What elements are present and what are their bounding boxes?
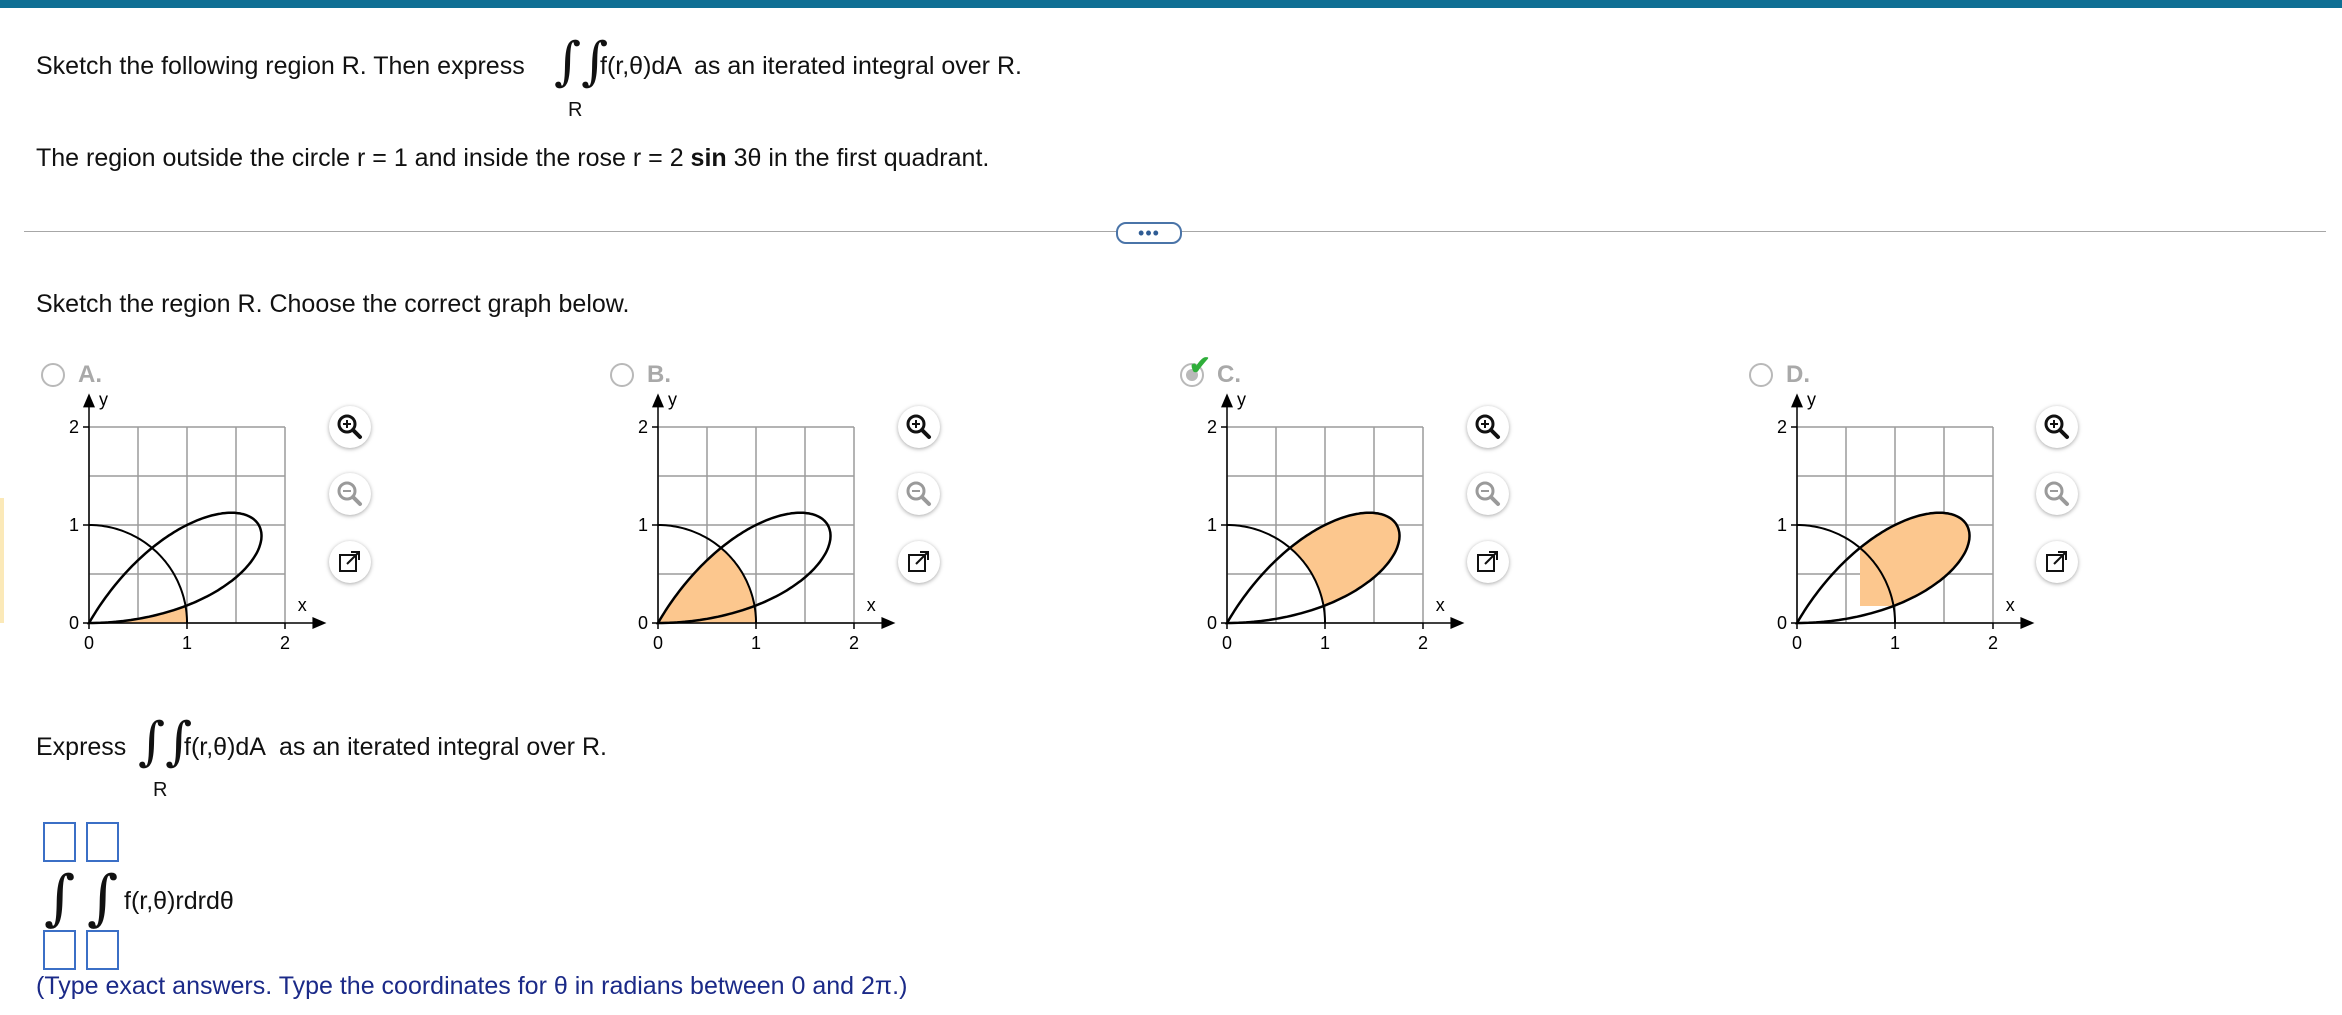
x-tick-label: 2 xyxy=(280,633,290,653)
x-axis-arrow xyxy=(2020,617,2035,629)
zoom-in-icon[interactable] xyxy=(1467,406,1509,448)
shaded-region xyxy=(1860,512,1970,606)
x-axis-arrow xyxy=(881,617,896,629)
option-b-radio[interactable] xyxy=(610,363,634,387)
inner-integral-icon: ∫ xyxy=(87,863,119,933)
x-tick-label: 2 xyxy=(849,633,859,653)
shaded-region xyxy=(1290,512,1400,606)
x-tick-label: 1 xyxy=(1320,633,1330,653)
y-axis-label: y xyxy=(99,389,108,409)
inner-lower-limit-input[interactable] xyxy=(86,930,119,970)
zoom-out-icon[interactable] xyxy=(898,473,940,515)
outer-integral-icon: ∫ xyxy=(44,863,76,933)
top-bar xyxy=(0,0,2342,8)
zoom-out-icon[interactable] xyxy=(1467,473,1509,515)
x-axis-label: x xyxy=(1436,595,1445,615)
question-integrand: f(r,θ)dA xyxy=(600,52,682,80)
x-tick-label: 1 xyxy=(182,633,192,653)
side-marker xyxy=(0,498,4,623)
x-tick-label: 2 xyxy=(1988,633,1998,653)
y-axis-arrow xyxy=(1791,393,1803,408)
zoom-out-icon[interactable] xyxy=(329,473,371,515)
part1-instruction: Sketch the region R. Choose the correct … xyxy=(36,290,630,318)
check-icon: ✔ xyxy=(1189,350,1211,380)
express-prefix: Express xyxy=(36,733,127,761)
y-axis-arrow xyxy=(1221,393,1233,408)
option-d-graph: 0 1 2012xy xyxy=(1777,389,2035,653)
y-tick-label: 2 xyxy=(638,417,648,437)
x-tick-label: 0 xyxy=(84,633,94,653)
zoom-out-icon[interactable] xyxy=(2036,473,2078,515)
question-prompt-after: as an iterated integral over R. xyxy=(694,52,1022,80)
y-tick-label: 1 xyxy=(1777,515,1787,535)
zoom-in-icon[interactable] xyxy=(2036,406,2078,448)
express-integrand: f(r,θ)dA xyxy=(184,733,266,761)
y-axis-arrow xyxy=(652,393,664,408)
open-new-window-icon[interactable] xyxy=(329,541,371,583)
x-axis-label: x xyxy=(298,595,307,615)
y-tick-label: 0 xyxy=(1777,613,1787,633)
x-axis-label: x xyxy=(867,595,876,615)
y-tick-label: 0 xyxy=(69,613,79,633)
y-tick-label: 0 xyxy=(638,613,648,633)
y-axis-label: y xyxy=(668,389,677,409)
y-tick-label: 1 xyxy=(1207,515,1217,535)
x-tick-label: 0 xyxy=(1222,633,1232,653)
y-axis-arrow xyxy=(83,393,95,408)
x-axis-label: x xyxy=(2006,595,2015,615)
region-subscript: R xyxy=(153,779,168,801)
x-tick-label: 2 xyxy=(1418,633,1428,653)
y-tick-label: 2 xyxy=(1777,417,1787,437)
expand-more-button[interactable]: ••• xyxy=(1116,222,1182,244)
option-a-label: A. xyxy=(78,361,102,388)
answer-note: (Type exact answers. Type the coordinate… xyxy=(36,972,908,1000)
y-tick-label: 0 xyxy=(1207,613,1217,633)
option-a-radio[interactable] xyxy=(41,363,65,387)
inner-upper-limit-input[interactable] xyxy=(86,822,119,862)
option-d-label: D. xyxy=(1786,361,1810,388)
x-axis-arrow xyxy=(312,617,327,629)
x-tick-label: 1 xyxy=(1890,633,1900,653)
y-axis-label: y xyxy=(1237,389,1246,409)
region-subscript: R xyxy=(568,99,583,121)
answer-integrand: f(r,θ)rdrdθ xyxy=(124,887,234,915)
option-c-label: C. xyxy=(1217,361,1241,388)
option-c-graph: 0 1 2012xy xyxy=(1207,389,1465,653)
open-new-window-icon[interactable] xyxy=(2036,541,2078,583)
x-tick-label: 0 xyxy=(1792,633,1802,653)
option-b-label: B. xyxy=(647,361,671,388)
y-axis-label: y xyxy=(1807,389,1816,409)
x-axis-arrow xyxy=(1450,617,1465,629)
open-new-window-icon[interactable] xyxy=(898,541,940,583)
outer-upper-limit-input[interactable] xyxy=(43,822,76,862)
y-tick-label: 2 xyxy=(69,417,79,437)
question-prompt-before: Sketch the following region R. Then expr… xyxy=(36,52,525,80)
express-suffix: as an iterated integral over R. xyxy=(279,733,607,761)
x-tick-label: 0 xyxy=(653,633,663,653)
y-tick-label: 2 xyxy=(1207,417,1217,437)
y-tick-label: 1 xyxy=(69,515,79,535)
open-new-window-icon[interactable] xyxy=(1467,541,1509,583)
x-tick-label: 1 xyxy=(751,633,761,653)
option-b-graph: 0 1 2012xy xyxy=(638,389,896,653)
y-tick-label: 1 xyxy=(638,515,648,535)
zoom-in-icon[interactable] xyxy=(898,406,940,448)
region-description: The region outside the circle r = 1 and … xyxy=(36,144,990,172)
option-d-radio[interactable] xyxy=(1749,363,1773,387)
option-a-graph: 0 1 2012xy xyxy=(69,389,327,653)
outer-lower-limit-input[interactable] xyxy=(43,930,76,970)
zoom-in-icon[interactable] xyxy=(329,406,371,448)
